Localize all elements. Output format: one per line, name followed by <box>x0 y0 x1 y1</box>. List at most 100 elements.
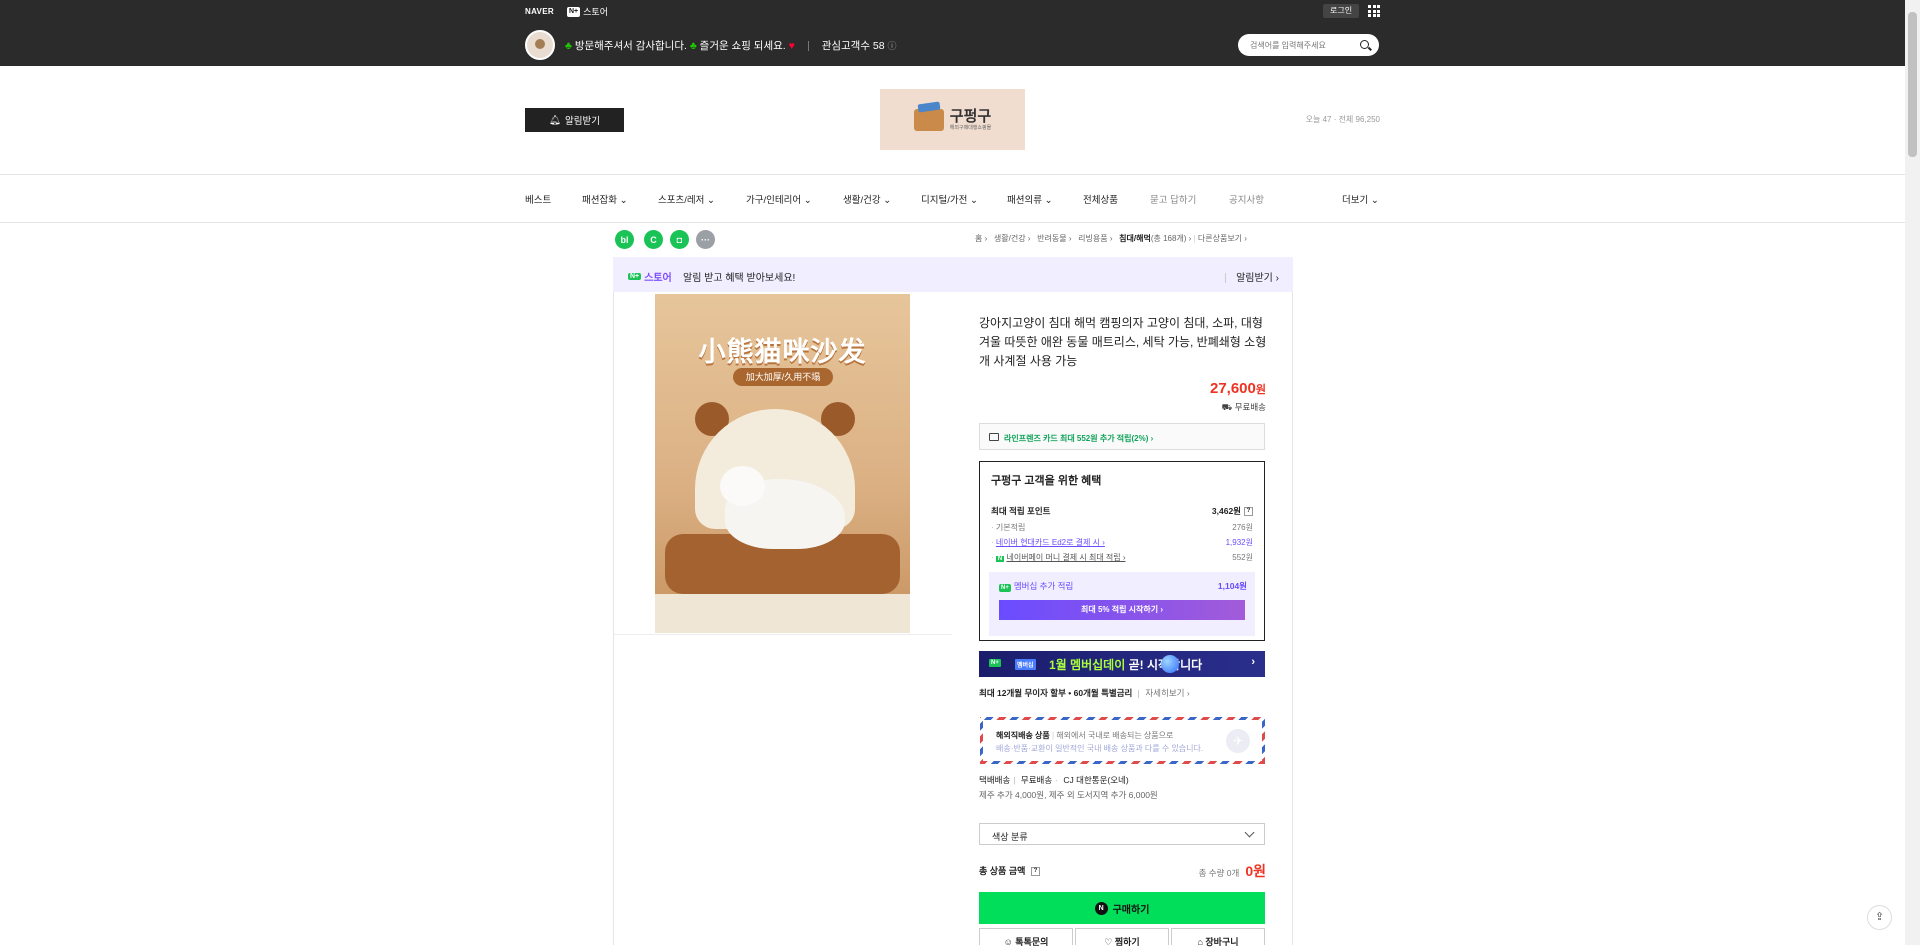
grid-menu-icon[interactable] <box>1368 5 1380 17</box>
npay-money-link[interactable]: 네이버페이 머니 결제 시 최대 적립 › <box>1006 553 1125 562</box>
benefit-row-value: 1,932원 <box>1225 538 1253 547</box>
menu-sports[interactable]: 스포츠/레저 ⌄ <box>658 192 715 206</box>
search-icon[interactable] <box>1360 40 1369 49</box>
floor <box>655 594 910 633</box>
cart-button[interactable]: ⌂ 장바구니 <box>1171 928 1265 947</box>
wish-label: 찜하기 <box>1114 937 1140 947</box>
image-title: 小熊猫咪沙发 <box>698 337 867 367</box>
login-button[interactable]: 로그인 <box>1323 4 1360 18</box>
naver-logo[interactable]: NAVER <box>525 7 554 16</box>
membership-day-banner[interactable]: N+ 멤버십 1월 멤버십데이 곧! 시작합니다 › <box>979 651 1265 677</box>
card-promo[interactable]: 라인프렌즈 카드 최대 552원 추가 적립(2%) › <box>979 423 1265 450</box>
menu-best[interactable]: 베스트 <box>525 192 551 206</box>
other-products-link[interactable]: 다른상품보기 › <box>1198 234 1247 243</box>
total-label: 총 상품 금액 ? <box>979 864 1040 877</box>
store-label: 스토어 <box>583 7 608 17</box>
alarm-button[interactable]: 🔔︎ 알림받기 <box>525 108 624 132</box>
cat-head <box>720 466 765 506</box>
cart-icon: ⌂ <box>1197 937 1203 947</box>
more-share-icon[interactable]: ··· <box>696 230 715 249</box>
menu-fashion-goods[interactable]: 패션잡화 ⌄ <box>582 192 628 206</box>
menu-fashion-clothing[interactable]: 패션의류 ⌄ <box>1007 192 1053 206</box>
menu-digital[interactable]: 디지털/가전 ⌄ <box>921 192 978 206</box>
wish-button[interactable]: ♡ 찜하기 <box>1075 928 1169 947</box>
total-amount: 0원 <box>1245 863 1266 879</box>
talk-inquiry-button[interactable]: ☺ 톡톡문의 <box>979 928 1073 947</box>
bookmark-share-icon[interactable]: ◘ <box>670 230 689 249</box>
alarm-label: 알림받기 <box>565 116 601 127</box>
box-icon <box>913 108 944 131</box>
promo-alarm-link[interactable]: 알림받기 › <box>1225 269 1279 284</box>
help-icon[interactable]: ? <box>1244 507 1253 517</box>
breadcrumb-item[interactable]: 리빙용품 › <box>1078 234 1112 243</box>
buy-button[interactable]: N 구매하기 <box>979 892 1265 924</box>
product-image[interactable]: 小熊猫咪沙发 加大加厚/久用不塌 <box>655 294 910 633</box>
heart-icon: ♡ <box>1104 937 1113 947</box>
npay-icon: N <box>995 556 1005 562</box>
nplus-badge: N+ <box>567 6 581 17</box>
visitor-count: 오늘 47 · 전체 96,250 <box>1305 115 1380 124</box>
chat-icon: ☺ <box>1003 937 1013 947</box>
breadcrumb-home[interactable]: 홈 › <box>975 234 987 243</box>
breadcrumb-count: (총 168개) <box>1150 234 1187 243</box>
color-option-select[interactable]: 색상 분류 <box>979 823 1265 845</box>
total-quantity: 총 수량 0개 <box>1198 868 1240 878</box>
overseas-title: 해외직배송 상품 <box>996 731 1050 740</box>
store-avatar[interactable] <box>525 30 555 60</box>
card-promo-text: 라인프렌즈 카드 최대 552원 추가 적립(2%) › <box>1004 434 1154 443</box>
delivery-label: 택배배송 <box>979 775 1011 785</box>
membership-start-button[interactable]: 최대 5% 적립 시작하기 › <box>999 600 1245 620</box>
image-subtitle: 加大加厚/久用不塌 <box>733 368 833 386</box>
max-point-row: 최대 적립 포인트 3,462원? <box>991 505 1253 517</box>
breadcrumb-item[interactable]: 생활/건강 › <box>994 234 1031 243</box>
help-icon[interactable]: ? <box>1030 867 1040 877</box>
event-text: 1월 멤버십데이 곧! 시작합니다 <box>1049 656 1202 673</box>
scrollbar-thumb[interactable] <box>1908 12 1917 157</box>
shipping-label: 무료배송 <box>1234 402 1266 412</box>
max-point-label: 최대 적립 포인트 <box>991 506 1051 516</box>
blog-share-icon[interactable]: bl <box>615 230 634 249</box>
benefit-row: 네이버 현대카드 Ed2로 결제 시 › 1,932원 <box>991 537 1253 548</box>
alarm-promo-banner[interactable]: N+ 스토어 알림 받고 혜택 받아보세요! 알림받기 › <box>613 257 1293 292</box>
breadcrumb: 홈 › 생활/건강 › 반려동물 › 리빙용품 › 침대/해먹(총 168개) … <box>975 234 1247 243</box>
store-logo[interactable]: 구펑구 해외구매대행쇼핑몰 <box>880 89 1025 150</box>
store-search[interactable] <box>1238 34 1379 56</box>
total-summary: 총 수량 0개 0원 <box>1150 861 1266 881</box>
store-label: 스토어 <box>644 273 672 284</box>
price-value: 27,600 <box>1209 380 1256 397</box>
menu-more[interactable]: 더보기 ⌄ <box>1342 192 1379 206</box>
max-point-value: 3,462원 <box>1211 506 1241 516</box>
top-gnb <box>0 0 1920 66</box>
membership-badge: 멤버십 <box>1015 659 1036 670</box>
menu-furniture[interactable]: 가구/인테리어 ⌄ <box>746 192 812 206</box>
nplus-badge: N+ <box>628 273 642 280</box>
product-title: 강아지고양이 침대 해먹 캠핑의자 고양이 침대, 소파, 대형 겨울 따뜻한 … <box>979 316 1267 368</box>
delivery-carrier: CJ 대한통운(오네) <box>1063 775 1129 785</box>
clover-icon: ♣ <box>689 40 697 52</box>
shipping-info: ⛟ 무료배송 <box>1150 401 1266 414</box>
divider <box>0 174 1920 175</box>
menu-living-health[interactable]: 생활/건강 ⌄ <box>843 192 891 206</box>
promo-text: 알림 받고 혜택 받아보세요! <box>683 273 796 284</box>
welcome-message: ♣ 방문해주셔서 감사합니다. ♣ 즐거운 쇼핑 되세요. ♥ 관심고객수 58… <box>565 38 897 53</box>
breadcrumb-current[interactable]: 침대/해먹 <box>1119 234 1151 243</box>
naver-store-link[interactable]: N+ 스토어 <box>567 5 608 18</box>
membership-row: N+ 멤버십 추가 적립 1,104원 <box>999 580 1247 592</box>
installment-more-link[interactable]: 자세히보기 › <box>1132 688 1189 698</box>
search-input[interactable] <box>1250 38 1355 52</box>
menu-notice[interactable]: 공지사항 <box>1229 192 1264 206</box>
cafe-share-icon[interactable]: C <box>644 230 663 249</box>
nplus-badge: N+ <box>999 584 1011 592</box>
truck-icon: ⛟ <box>1221 402 1233 412</box>
share-icon[interactable]: ⇪ <box>1867 905 1892 930</box>
interest-count[interactable]: 관심고객수 58 <box>822 40 885 52</box>
info-icon[interactable]: ⓘ <box>888 41 897 51</box>
breadcrumb-item[interactable]: 반려동물 › <box>1037 234 1071 243</box>
airplane-icon: ✈ <box>1226 729 1250 753</box>
event-highlight: 1월 멤버십데이 <box>1049 658 1126 672</box>
menu-all-products[interactable]: 전체상품 <box>1083 192 1118 206</box>
npay-icon: N <box>1094 901 1108 915</box>
menu-qna[interactable]: 묻고 답하기 <box>1150 192 1196 206</box>
hyundai-card-link[interactable]: 네이버 현대카드 Ed2로 결제 시 › <box>996 538 1105 547</box>
membership-box: N+ 멤버십 추가 적립 1,104원 최대 5% 적립 시작하기 › <box>989 572 1255 636</box>
